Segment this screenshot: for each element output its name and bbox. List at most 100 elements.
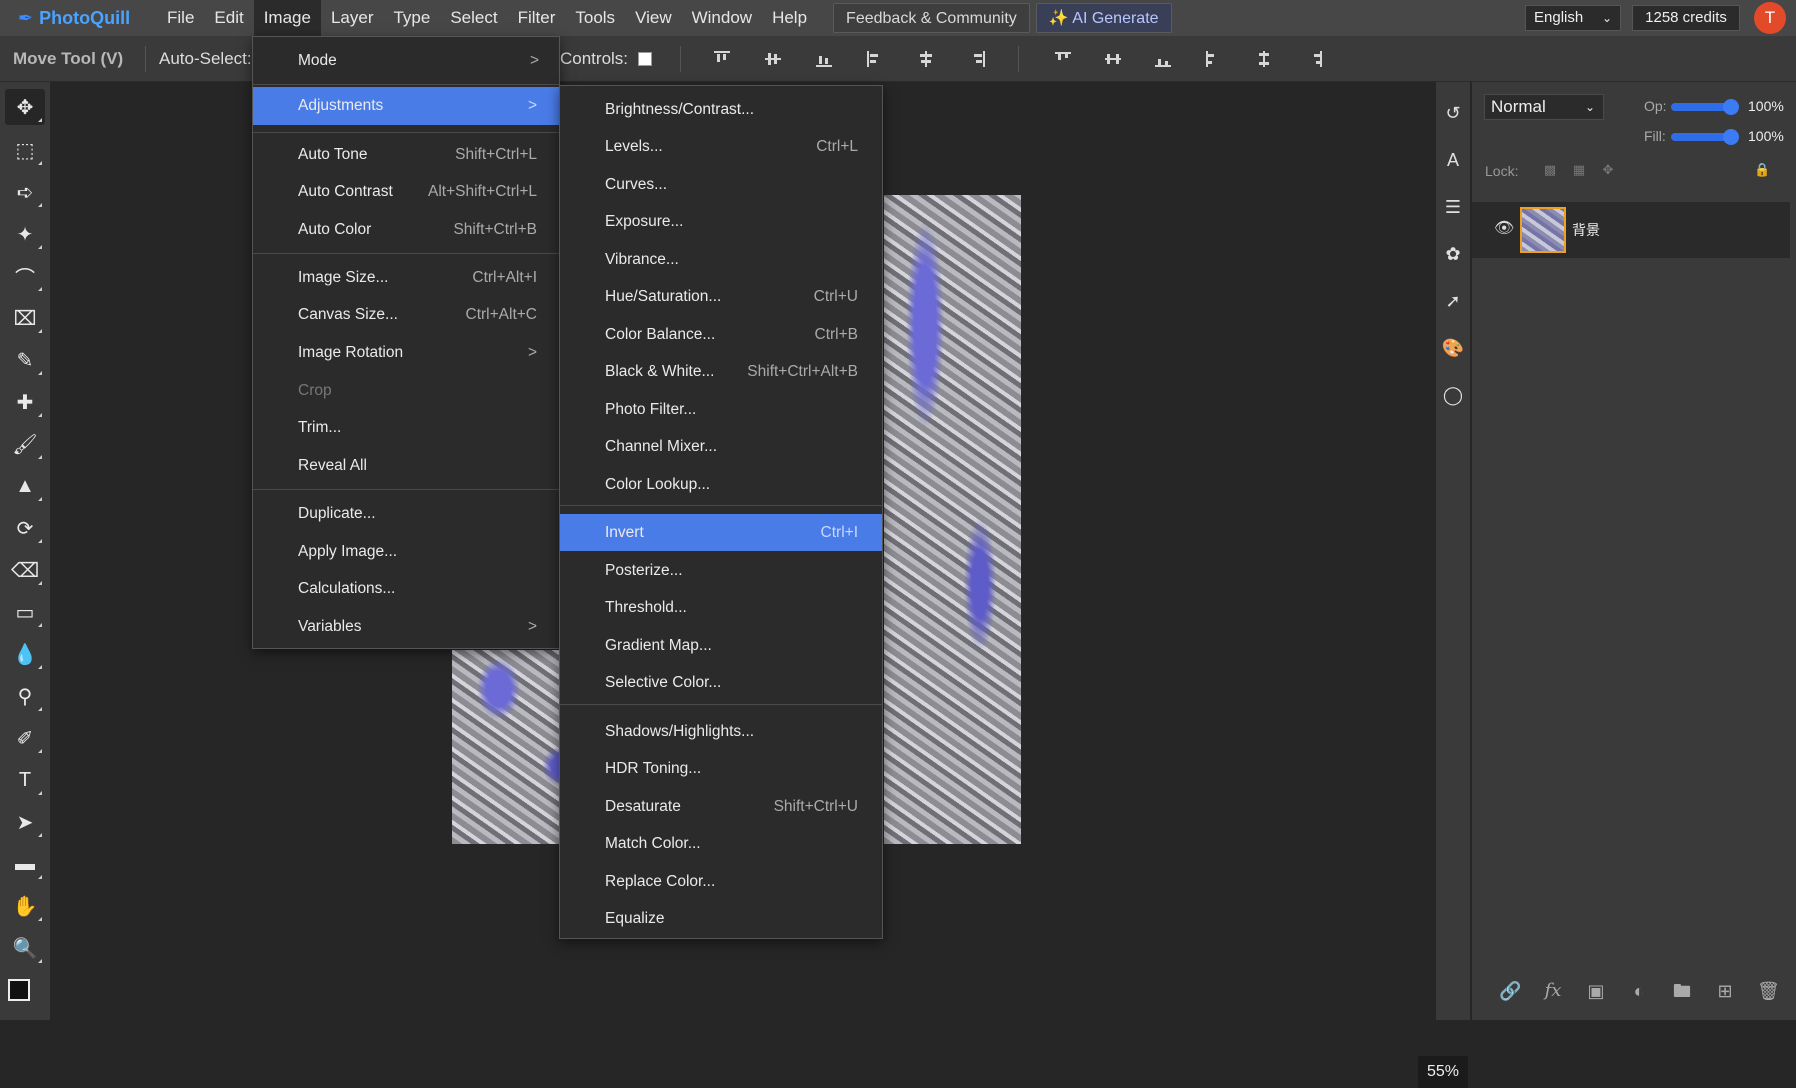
distribute-vertical-center-icon[interactable]	[1103, 49, 1123, 69]
clone-stamp-tool-icon[interactable]: ▲	[5, 468, 45, 504]
menu-select[interactable]: Select	[440, 0, 507, 36]
menu-item-auto-tone[interactable]: Auto Tone Shift+Ctrl+L	[253, 136, 559, 173]
fill-slider-knob[interactable]	[1723, 129, 1739, 145]
dodge-tool-icon[interactable]: ⚲	[5, 678, 45, 714]
lock-all-icon[interactable]: 🔒	[1754, 162, 1770, 178]
rectangle-tool-icon[interactable]: ▬	[5, 846, 45, 882]
eraser-tool-icon[interactable]: ⌫	[5, 552, 45, 588]
lock-transparency-icon[interactable]: ▩	[1542, 162, 1558, 178]
document-image[interactable]	[884, 195, 1021, 844]
blur-tool-icon[interactable]: 💧	[5, 636, 45, 672]
new-group-folder-icon[interactable]: 🖿	[1671, 980, 1693, 1002]
menu-item-variables[interactable]: Variables >	[253, 608, 559, 645]
zoom-tool-icon[interactable]: 🔍	[5, 930, 45, 966]
menu-type[interactable]: Type	[383, 0, 440, 36]
menu-item-gradient-map[interactable]: Gradient Map...	[560, 627, 882, 664]
distribute-bottom-icon[interactable]	[1153, 49, 1173, 69]
history-brush-tool-icon[interactable]: ⟳	[5, 510, 45, 546]
menu-item-calculations[interactable]: Calculations...	[253, 570, 559, 607]
new-layer-icon[interactable]: ⊞	[1714, 980, 1736, 1002]
menu-item-hdr-toning[interactable]: HDR Toning...	[560, 750, 882, 787]
adjustment-layer-icon[interactable]: ◐	[1628, 980, 1650, 1002]
align-vertical-center-icon[interactable]	[763, 49, 783, 69]
language-select[interactable]: English ⌄	[1525, 5, 1621, 31]
app-logo[interactable]: ✒ PhotoQuill	[0, 8, 157, 29]
align-horizontal-center-icon[interactable]	[916, 49, 936, 69]
menu-view[interactable]: View	[625, 0, 682, 36]
history-panel-icon[interactable]: ↺	[1439, 99, 1467, 127]
show-controls-checkbox[interactable]	[638, 52, 652, 66]
menu-item-channel-mixer[interactable]: Channel Mixer...	[560, 428, 882, 465]
distribute-left-icon[interactable]	[1203, 49, 1223, 69]
marquee-tool-icon[interactable]: ⬚	[5, 132, 45, 168]
menu-window[interactable]: Window	[682, 0, 762, 36]
menu-item-posterize[interactable]: Posterize...	[560, 552, 882, 589]
menu-item-photo-filter[interactable]: Photo Filter...	[560, 391, 882, 428]
hand-tool-icon[interactable]: ✋	[5, 888, 45, 924]
distribute-horizontal-center-icon[interactable]	[1254, 49, 1274, 69]
menu-help[interactable]: Help	[762, 0, 817, 36]
menu-item-curves[interactable]: Curves...	[560, 166, 882, 203]
credits-badge[interactable]: 1258 credits	[1632, 5, 1740, 31]
menu-item-auto-contrast[interactable]: Auto Contrast Alt+Shift+Ctrl+L	[253, 173, 559, 210]
adjustments-panel-icon[interactable]: ☰	[1439, 193, 1467, 221]
menu-layer[interactable]: Layer	[321, 0, 384, 36]
menu-item-image-rotation[interactable]: Image Rotation >	[253, 334, 559, 371]
lasso-tool-icon[interactable]: ➪	[5, 174, 45, 210]
menu-item-threshold[interactable]: Threshold...	[560, 589, 882, 626]
gradient-tool-icon[interactable]: ▭	[5, 594, 45, 630]
brush-tool-icon[interactable]: 🖌	[5, 426, 45, 462]
brush-panel-icon[interactable]: ➚	[1439, 287, 1467, 315]
frame-tool-icon[interactable]: ⌧	[5, 300, 45, 336]
avatar[interactable]: T	[1754, 2, 1786, 34]
menu-item-black-white[interactable]: Black & White... Shift+Ctrl+Alt+B	[560, 353, 882, 390]
lock-position-icon[interactable]: ✥	[1600, 162, 1616, 178]
layer-effects-icon[interactable]: fx	[1542, 980, 1564, 1002]
menu-item-auto-color[interactable]: Auto Color Shift+Ctrl+B	[253, 211, 559, 248]
eyedropper-tool-icon[interactable]: ✎	[5, 342, 45, 378]
color-panel-icon[interactable]: 🎨	[1439, 334, 1467, 362]
menu-item-canvas-size[interactable]: Canvas Size... Ctrl+Alt+C	[253, 296, 559, 333]
menu-item-vibrance[interactable]: Vibrance...	[560, 241, 882, 278]
menu-item-selective-color[interactable]: Selective Color...	[560, 664, 882, 701]
move-tool-icon[interactable]: ✥	[5, 89, 45, 125]
menu-item-brightness-contrast[interactable]: Brightness/Contrast...	[560, 91, 882, 128]
link-layers-icon[interactable]: 🔗	[1499, 980, 1521, 1002]
menu-item-invert[interactable]: Invert Ctrl+I	[560, 514, 882, 551]
menu-item-hue-saturation[interactable]: Hue/Saturation... Ctrl+U	[560, 278, 882, 315]
menu-item-mode[interactable]: Mode >	[253, 42, 561, 79]
menu-file[interactable]: File	[157, 0, 204, 36]
align-left-icon[interactable]	[865, 49, 885, 69]
align-top-icon[interactable]	[712, 49, 732, 69]
healing-brush-tool-icon[interactable]: ✚	[5, 384, 45, 420]
tips-panel-icon[interactable]: ◯	[1439, 381, 1467, 409]
feedback-button[interactable]: Feedback & Community	[833, 3, 1030, 33]
menu-item-image-size[interactable]: Image Size... Ctrl+Alt+I	[253, 259, 559, 296]
distribute-top-icon[interactable]	[1053, 49, 1073, 69]
menu-item-desaturate[interactable]: Desaturate Shift+Ctrl+U	[560, 788, 882, 825]
magic-wand-tool-icon[interactable]: ✦	[5, 216, 45, 252]
layer-mask-icon[interactable]: ▣	[1585, 980, 1607, 1002]
layer-row[interactable]: 👁 背景	[1472, 202, 1790, 258]
opacity-slider-knob[interactable]	[1723, 99, 1739, 115]
menu-item-match-color[interactable]: Match Color...	[560, 825, 882, 862]
pen-tool-icon[interactable]: ✐	[5, 720, 45, 756]
lock-image-icon[interactable]: ▦	[1571, 162, 1587, 178]
ai-generate-button[interactable]: ✨ AI Generate	[1035, 3, 1172, 33]
menu-item-levels[interactable]: Levels... Ctrl+L	[560, 128, 882, 165]
character-panel-icon[interactable]: A	[1439, 146, 1467, 174]
menu-item-shadows-highlights[interactable]: Shadows/Highlights...	[560, 713, 882, 750]
menu-item-equalize[interactable]: Equalize	[560, 900, 882, 937]
menu-item-duplicate[interactable]: Duplicate...	[253, 495, 559, 532]
menu-item-trim[interactable]: Trim...	[253, 409, 559, 446]
menu-image[interactable]: Image	[253, 0, 321, 36]
visibility-eye-icon[interactable]: 👁	[1494, 218, 1514, 238]
menu-item-apply-image[interactable]: Apply Image...	[253, 533, 559, 570]
menu-tools[interactable]: Tools	[565, 0, 625, 36]
menu-item-exposure[interactable]: Exposure...	[560, 203, 882, 240]
menu-item-replace-color[interactable]: Replace Color...	[560, 863, 882, 900]
path-selection-tool-icon[interactable]: ➤	[5, 804, 45, 840]
zoom-level[interactable]: 55%	[1418, 1056, 1468, 1088]
distribute-right-icon[interactable]	[1305, 49, 1325, 69]
menu-edit[interactable]: Edit	[204, 0, 253, 36]
